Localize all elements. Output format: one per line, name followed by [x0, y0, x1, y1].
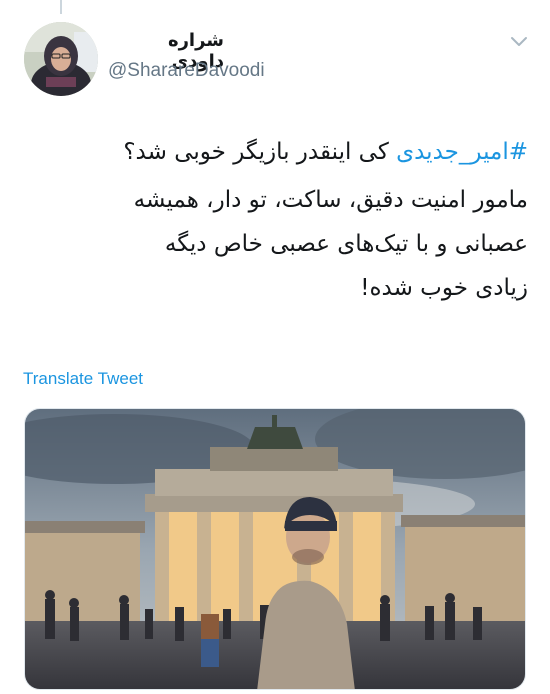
tweet-text-line-1-rest: کی اینقدر بازیگر خوبی شد؟ — [123, 139, 397, 165]
tweet-text-line-3: عصبانی و با تیک‌های عصبی خاص دیگه — [164, 231, 528, 257]
thread-connector-line — [60, 0, 62, 14]
avatar[interactable] — [24, 22, 98, 96]
translate-tweet-link[interactable]: Translate Tweet — [23, 369, 143, 389]
tweet-text-line-2: مامور امنیت دقیق، ساکت، تو دار، همیشه — [133, 187, 528, 213]
tweet-text-line-4: زیادی خوب شده! — [360, 275, 528, 301]
tweet-text: #امیر_جدیدی کی اینقدر بازیگر خوبی شد؟ ما… — [22, 126, 528, 310]
tweet-photo[interactable] — [24, 408, 526, 690]
tweet-text-line-1: #امیر_جدیدی کی اینقدر بازیگر خوبی شد؟ — [22, 126, 528, 178]
author-handle[interactable]: @SharareDavoodi — [108, 60, 265, 82]
chevron-down-icon[interactable] — [509, 34, 529, 48]
hashtag-link[interactable]: #امیر_جدیدی — [396, 139, 528, 165]
